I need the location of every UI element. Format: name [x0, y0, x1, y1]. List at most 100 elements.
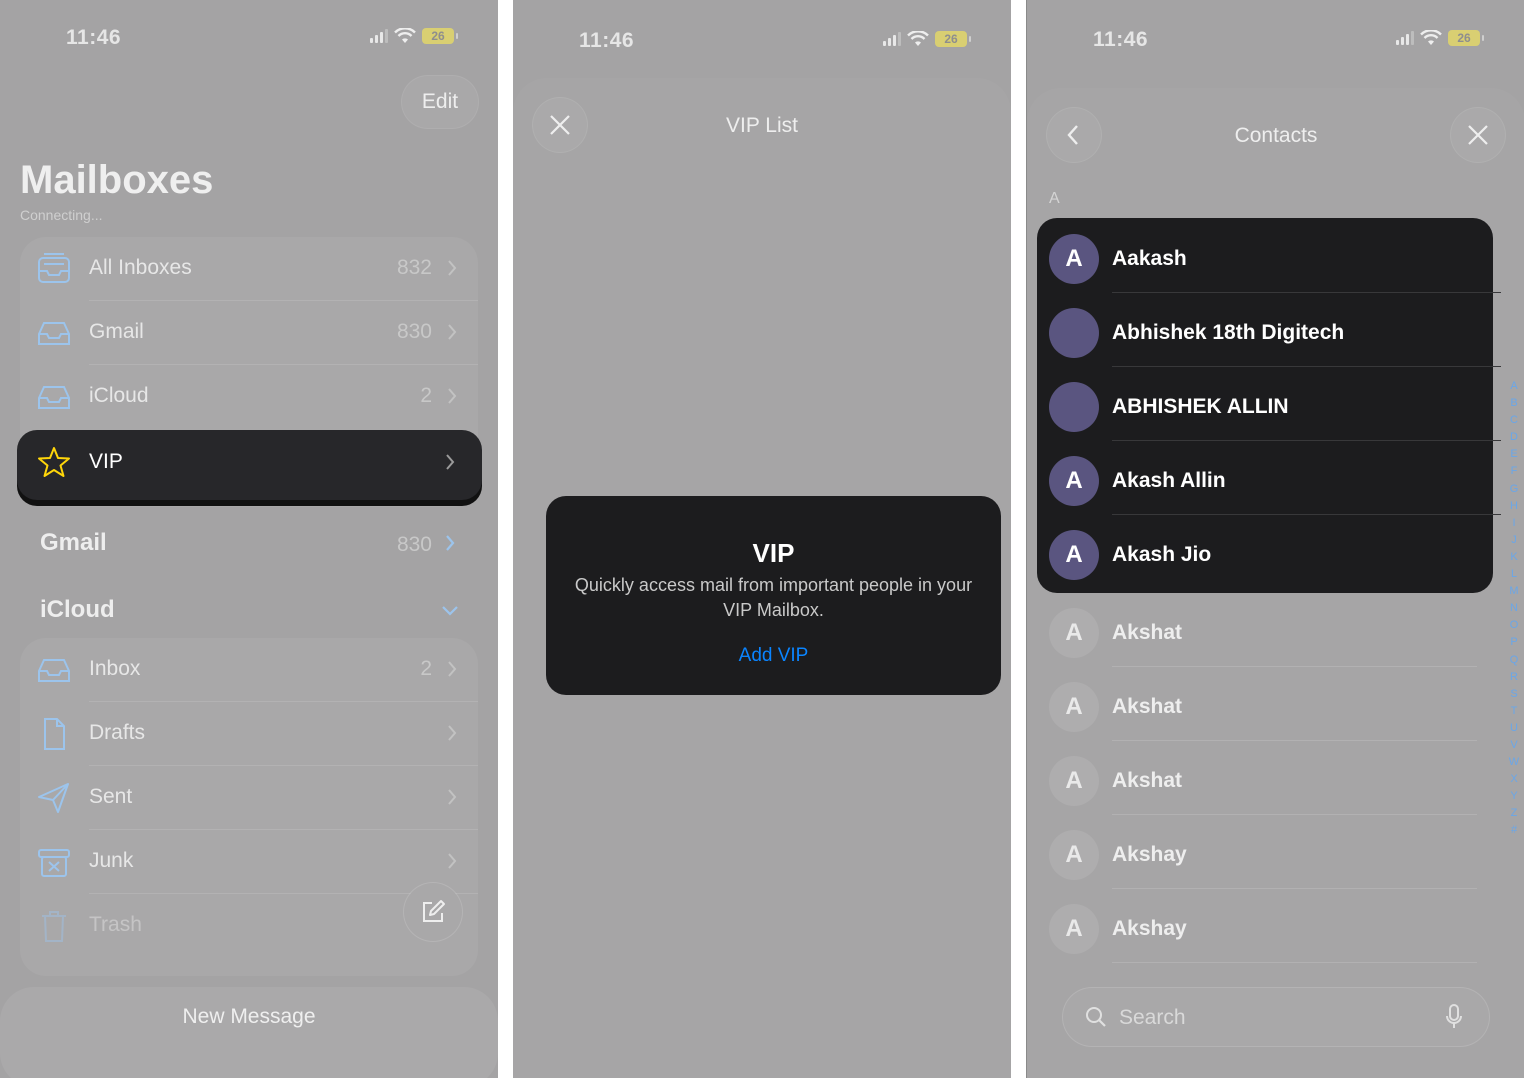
avatar [1049, 382, 1099, 432]
contact-row[interactable]: A Akshay [1027, 814, 1497, 889]
index-letter[interactable]: D [1508, 429, 1520, 446]
index-letter[interactable]: R [1508, 669, 1520, 686]
index-letter[interactable]: L [1508, 566, 1520, 583]
contact-name: Abhishek 18th Digitech [1112, 321, 1345, 344]
mailbox-row-all-inboxes[interactable]: All Inboxes 832 [20, 237, 478, 301]
index-letter[interactable]: T [1508, 703, 1520, 720]
cellular-signal-icon [1396, 31, 1414, 45]
add-vip-link[interactable]: Add VIP [546, 645, 1001, 667]
contact-row[interactable]: A Aakash [1027, 218, 1501, 293]
index-letter[interactable]: M [1508, 583, 1520, 600]
tray-stack-icon [38, 253, 70, 283]
contact-row[interactable]: A Akshat [1027, 666, 1497, 741]
mailbox-row-vip[interactable]: VIP [17, 430, 482, 500]
chevron-right-icon [448, 661, 457, 677]
cellular-signal-icon [883, 32, 901, 46]
mailbox-label: iCloud [89, 384, 149, 407]
avatar: A [1049, 830, 1099, 880]
chevron-down-icon[interactable] [440, 603, 460, 617]
index-letter[interactable]: E [1508, 446, 1520, 463]
section-header-icloud[interactable]: iCloud [40, 596, 115, 624]
section-count-gmail: 830 [396, 533, 432, 556]
mailbox-count: 832 [396, 256, 432, 279]
index-letter[interactable]: Y [1508, 788, 1520, 805]
index-letter[interactable]: O [1508, 617, 1520, 634]
tray-icon [38, 386, 70, 409]
mailbox-row-drafts[interactable]: Drafts [20, 702, 478, 766]
index-letter[interactable]: F [1508, 463, 1520, 480]
index-letter[interactable]: X [1508, 771, 1520, 788]
mailbox-label: Gmail [89, 320, 144, 343]
contact-row[interactable]: A Akash Jio [1027, 514, 1497, 588]
index-letter[interactable]: C [1508, 412, 1520, 429]
mailbox-count: 830 [396, 320, 432, 343]
index-letter[interactable]: # [1508, 822, 1520, 839]
contact-row[interactable]: A Akshat [1027, 592, 1497, 667]
status-time: 11:46 [579, 29, 635, 52]
search-icon [1086, 1007, 1106, 1027]
contact-name: ABHISHEK ALLIN [1112, 395, 1289, 418]
index-letter[interactable]: H [1508, 498, 1520, 515]
status-bar: 11:46 26 [513, 29, 1011, 59]
mailbox-label: Drafts [89, 721, 146, 744]
star-icon [38, 447, 70, 477]
search-input[interactable]: Search [1119, 1006, 1186, 1030]
index-letter[interactable]: B [1508, 395, 1520, 412]
search-bar[interactable]: Search [1063, 988, 1489, 1046]
chevron-right-icon [448, 324, 457, 340]
chevron-right-icon[interactable] [444, 533, 456, 553]
contact-row[interactable]: ABHISHEK ALLIN [1027, 366, 1501, 441]
edit-button[interactable]: Edit [402, 76, 478, 128]
mailbox-count: 2 [420, 657, 432, 680]
tray-icon [38, 659, 70, 682]
mailbox-label: VIP [89, 450, 123, 473]
index-letter[interactable]: G [1508, 481, 1520, 498]
microphone-icon[interactable] [1445, 1004, 1463, 1030]
new-message-button[interactable]: New Message [0, 987, 498, 1078]
chevron-right-icon [446, 454, 455, 470]
mailbox-label: Trash [89, 913, 142, 936]
battery-icon: 26 [422, 28, 458, 44]
avatar: A [1049, 530, 1099, 580]
battery-icon: 26 [935, 31, 971, 47]
index-letter[interactable]: N [1508, 600, 1520, 617]
mailbox-row-gmail[interactable]: Gmail 830 [20, 301, 478, 365]
alphabet-index[interactable]: A B C D E F G H I J K L M N O P Q R S T U V W X Y Z # [1508, 378, 1520, 840]
contact-row[interactable]: A Akshat [1027, 740, 1497, 815]
section-header-gmail[interactable]: Gmail [40, 529, 107, 557]
mailbox-row-inbox[interactable]: Inbox 2 [20, 638, 478, 702]
contact-row[interactable]: Abhishek 18th Digitech [1027, 292, 1501, 367]
contact-row[interactable]: A Akshay [1027, 888, 1497, 963]
chevron-right-icon [448, 260, 457, 276]
index-letter[interactable]: S [1508, 686, 1520, 703]
index-letter[interactable]: Q [1508, 652, 1520, 669]
index-letter[interactable]: J [1508, 532, 1520, 549]
avatar: A [1049, 756, 1099, 806]
mailbox-row-junk[interactable]: Junk [20, 830, 478, 894]
close-icon [1468, 125, 1488, 145]
status-time: 11:46 [1093, 28, 1149, 51]
index-letter[interactable]: U [1508, 720, 1520, 737]
index-letter[interactable]: I [1508, 515, 1520, 532]
index-letter[interactable]: A [1508, 378, 1520, 395]
contacts-screen: 11:46 26 Contacts A A Aakash Abhishek 18… [1026, 0, 1524, 1078]
close-button[interactable] [1451, 108, 1505, 162]
cellular-signal-icon [370, 29, 388, 43]
index-letter[interactable]: V [1508, 737, 1520, 754]
index-letter[interactable]: Z [1508, 805, 1520, 822]
chevron-right-icon [448, 853, 457, 869]
contact-row[interactable]: A Akash Allin [1027, 440, 1501, 515]
contact-name: Akash Jio [1112, 543, 1212, 566]
index-letter[interactable]: K [1508, 549, 1520, 566]
chevron-right-icon [448, 725, 457, 741]
compose-button[interactable] [404, 883, 462, 941]
mailbox-row-icloud[interactable]: iCloud 2 [20, 365, 478, 429]
page-title: Mailboxes [20, 158, 214, 202]
trash-icon [42, 911, 66, 942]
paperplane-icon [38, 783, 69, 813]
index-letter[interactable]: W [1508, 754, 1520, 771]
index-letter[interactable]: P [1508, 634, 1520, 651]
contact-name: Akshay [1112, 917, 1187, 940]
compose-icon [423, 900, 445, 922]
mailbox-row-sent[interactable]: Sent [20, 766, 478, 830]
